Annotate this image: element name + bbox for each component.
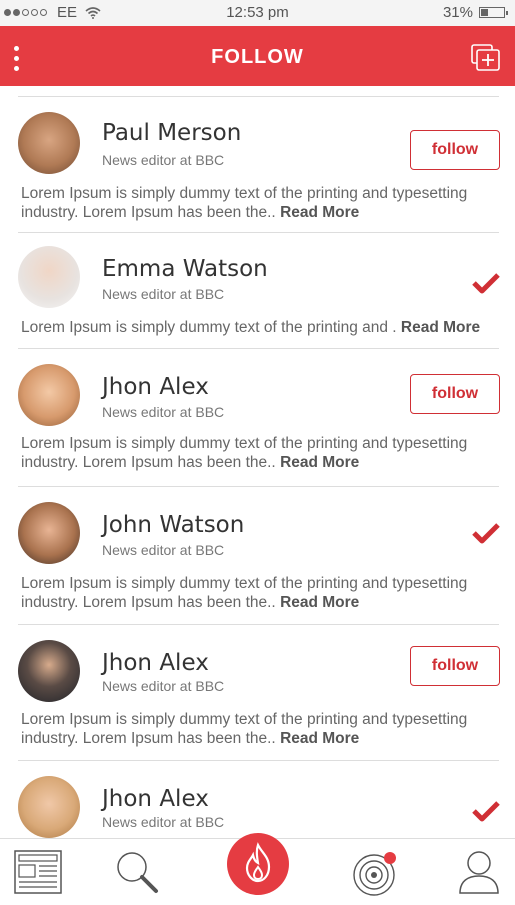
description-text: Lorem Ipsum is simply dummy text of the …: [21, 435, 468, 471]
divider: [18, 348, 499, 349]
avatar: [18, 776, 80, 838]
status-bar: EE 12:53 pm 31%: [0, 0, 515, 26]
description-text: Lorem Ipsum is simply dummy text of the …: [21, 319, 397, 336]
news-icon[interactable]: [14, 850, 62, 894]
person-description: Lorem Ipsum is simply dummy text of the …: [21, 184, 501, 222]
followed-check-icon[interactable]: [472, 522, 500, 544]
battery-icon: [479, 7, 508, 18]
read-more-link[interactable]: Read More: [280, 730, 359, 747]
person-role: News editor at BBC: [102, 678, 225, 694]
divider: [18, 624, 499, 625]
divider: [18, 760, 499, 761]
battery-percent: 31%: [442, 4, 473, 21]
follow-button[interactable]: follow: [410, 374, 500, 414]
description-text: Lorem Ipsum is simply dummy text of the …: [21, 575, 468, 611]
divider: [18, 96, 499, 97]
divider: [18, 486, 499, 487]
person-role: News editor at BBC: [102, 152, 225, 168]
person-description: Lorem Ipsum is simply dummy text of the …: [21, 434, 501, 472]
followed-check-icon[interactable]: [472, 800, 500, 822]
fire-icon: [245, 842, 271, 883]
person-description: Lorem Ipsum is simply dummy text of the …: [21, 710, 501, 748]
app-bar: FOLLOW: [0, 26, 515, 86]
follow-button[interactable]: follow: [410, 646, 500, 686]
person-role: News editor at BBC: [102, 542, 225, 558]
fire-button[interactable]: [227, 833, 289, 895]
avatar: [18, 364, 80, 426]
add-new-icon[interactable]: [471, 44, 501, 72]
person-description: Lorem Ipsum is simply dummy text of the …: [21, 574, 501, 612]
description-text: Lorem Ipsum is simply dummy text of the …: [21, 711, 468, 747]
avatar: [18, 640, 80, 702]
person-name[interactable]: Jhon Alex: [102, 786, 209, 812]
person-description: Lorem Ipsum is simply dummy text of the …: [21, 318, 501, 337]
person-role: News editor at BBC: [102, 286, 225, 302]
person-name[interactable]: Emma Watson: [102, 256, 268, 282]
person-name[interactable]: John Watson: [102, 512, 244, 538]
search-icon[interactable]: [114, 849, 160, 895]
read-more-link[interactable]: Read More: [280, 454, 359, 471]
person-role: News editor at BBC: [102, 404, 225, 420]
person-role: News editor at BBC: [102, 814, 225, 830]
avatar: [18, 112, 80, 174]
divider: [18, 232, 499, 233]
follow-button[interactable]: follow: [410, 130, 500, 170]
read-more-link[interactable]: Read More: [401, 319, 480, 336]
followed-check-icon[interactable]: [472, 272, 500, 294]
profile-icon[interactable]: [458, 849, 500, 895]
status-time: 12:53 pm: [226, 4, 289, 21]
avatar: [18, 502, 80, 564]
bottom-nav: [0, 833, 515, 905]
read-more-link[interactable]: Read More: [280, 204, 359, 221]
person-name[interactable]: Jhon Alex: [102, 374, 209, 400]
page-title: FOLLOW: [211, 46, 304, 68]
description-text: Lorem Ipsum is simply dummy text of the …: [21, 185, 468, 221]
target-icon[interactable]: [352, 849, 400, 897]
people-list: Paul Merson News editor at BBC follow Lo…: [0, 86, 515, 838]
person-name[interactable]: Paul Merson: [102, 120, 241, 146]
notification-dot: [384, 852, 396, 864]
read-more-link[interactable]: Read More: [280, 594, 359, 611]
person-name[interactable]: Jhon Alex: [102, 650, 209, 676]
avatar: [18, 246, 80, 308]
